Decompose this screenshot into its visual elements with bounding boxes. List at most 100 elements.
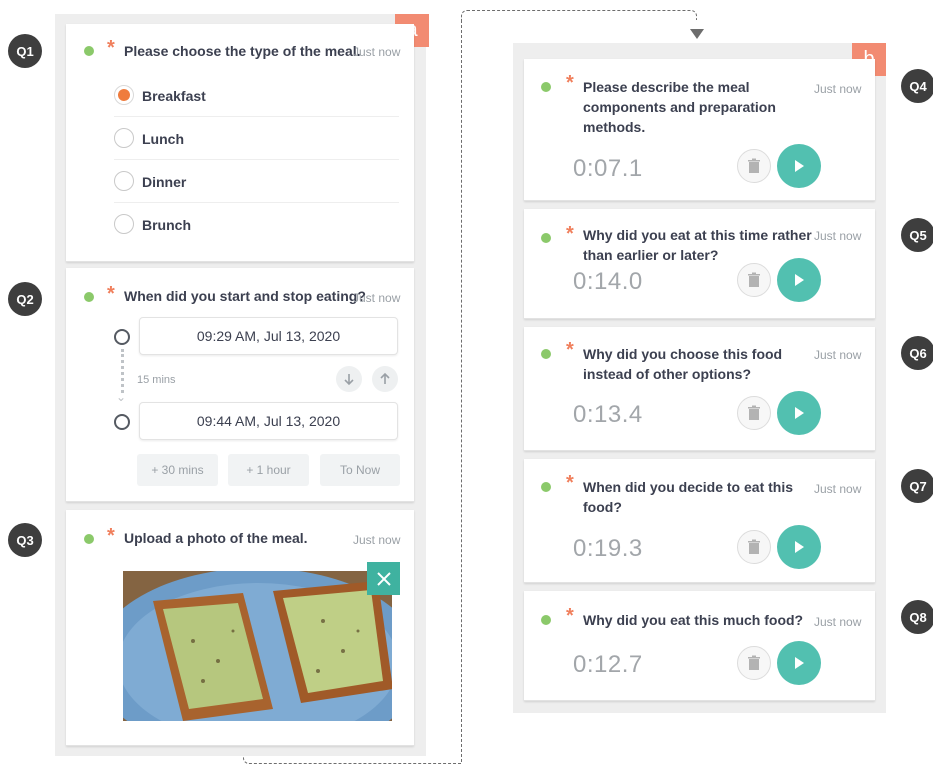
q4-question-line2: components and preparation <box>583 99 776 115</box>
required-asterisk: * <box>107 525 115 547</box>
q3-question: Upload a photo of the meal. <box>124 530 308 546</box>
delete-recording-button[interactable] <box>737 263 771 297</box>
arrow-up-icon <box>380 372 390 384</box>
required-asterisk: * <box>566 72 574 94</box>
play-icon <box>795 657 804 669</box>
q8-timestamp: Just now <box>814 615 862 629</box>
q7-question-line2: food? <box>583 499 622 515</box>
add-30-mins-button[interactable]: + 30 mins <box>137 454 218 486</box>
q6-question-line1: Why did you choose this food <box>583 346 783 362</box>
required-asterisk: * <box>107 37 115 59</box>
play-icon <box>795 274 804 286</box>
q4-timestamp: Just now <box>814 82 862 96</box>
q8-card <box>524 591 875 701</box>
divider <box>114 202 399 203</box>
status-dot <box>84 292 94 302</box>
q6-question-line2: instead of other options? <box>583 366 751 382</box>
arrow-down-icon <box>344 374 354 386</box>
q5-timestamp: Just now <box>814 229 862 243</box>
radio-breakfast[interactable] <box>114 85 134 105</box>
divider <box>114 159 399 160</box>
q3-timestamp: Just now <box>353 533 401 547</box>
duration-label: 15 mins <box>137 374 176 386</box>
status-dot <box>84 46 94 56</box>
status-dot <box>541 349 551 359</box>
play-recording-button[interactable] <box>777 144 821 188</box>
option-label[interactable]: Breakfast <box>142 87 206 105</box>
q4-badge: Q4 <box>901 69 933 103</box>
q1-timestamp: Just now <box>353 45 401 59</box>
q1-question: Please choose the type of the meal. <box>124 43 361 59</box>
status-dot <box>541 82 551 92</box>
play-recording-button[interactable] <box>777 391 821 435</box>
status-dot <box>541 233 551 243</box>
q5-question-line2: than earlier or later? <box>583 247 719 263</box>
q7-timestamp: Just now <box>814 482 862 496</box>
start-time-field[interactable]: 09:29 AM, Jul 13, 2020 <box>139 317 398 355</box>
flow-arrow-icon <box>690 29 704 39</box>
status-dot <box>84 534 94 544</box>
required-asterisk: * <box>566 605 574 627</box>
to-now-button[interactable]: To Now <box>320 454 400 486</box>
play-recording-button[interactable] <box>777 525 821 569</box>
trash-icon <box>748 158 760 173</box>
q5-timer: 0:14.0 <box>573 268 643 295</box>
status-dot <box>541 615 551 625</box>
q5-question-line1: Why did you eat at this time rather <box>583 227 812 243</box>
chevron-down-icon: ⌄ <box>116 390 127 404</box>
flow-connector-line <box>461 10 697 20</box>
required-asterisk: * <box>566 223 574 245</box>
delete-recording-button[interactable] <box>737 396 771 430</box>
q3-badge: Q3 <box>8 523 42 557</box>
q4-question-line1: Please describe the meal <box>583 79 750 95</box>
q8-badge: Q8 <box>901 600 933 634</box>
required-asterisk: * <box>107 283 115 305</box>
q6-badge: Q6 <box>901 336 933 370</box>
trash-icon <box>748 539 760 554</box>
q4-timer: 0:07.1 <box>573 155 643 182</box>
option-label[interactable]: Lunch <box>142 130 184 148</box>
required-asterisk: * <box>566 472 574 494</box>
arrow-down-button[interactable] <box>336 366 362 392</box>
q6-timestamp: Just now <box>814 348 862 362</box>
flow-connector-line-vertical <box>461 20 462 762</box>
radio-dinner[interactable] <box>114 171 134 191</box>
delete-recording-button[interactable] <box>737 530 771 564</box>
q2-timestamp: Just now <box>353 291 401 305</box>
remove-photo-button[interactable] <box>367 562 400 595</box>
q1-badge: Q1 <box>8 34 42 68</box>
option-label[interactable]: Brunch <box>142 216 191 234</box>
play-icon <box>795 160 804 172</box>
play-recording-button[interactable] <box>777 641 821 685</box>
play-icon <box>795 541 804 553</box>
delete-recording-button[interactable] <box>737 149 771 183</box>
add-1-hour-button[interactable]: + 1 hour <box>228 454 309 486</box>
end-time-field[interactable]: 09:44 AM, Jul 13, 2020 <box>139 402 398 440</box>
radio-lunch[interactable] <box>114 128 134 148</box>
q7-timer: 0:19.3 <box>573 535 643 562</box>
divider <box>114 116 399 117</box>
status-dot <box>541 482 551 492</box>
trash-icon <box>748 405 760 420</box>
q5-badge: Q5 <box>901 218 933 252</box>
play-recording-button[interactable] <box>777 258 821 302</box>
start-time-marker <box>114 329 130 345</box>
radio-brunch[interactable] <box>114 214 134 234</box>
play-icon <box>795 407 804 419</box>
duration-connector <box>121 349 124 393</box>
close-icon <box>376 571 391 586</box>
end-time-marker <box>114 414 130 430</box>
q4-question-line3: methods. <box>583 119 646 135</box>
trash-icon <box>748 272 760 287</box>
delete-recording-button[interactable] <box>737 646 771 680</box>
q6-timer: 0:13.4 <box>573 401 643 428</box>
q7-badge: Q7 <box>901 469 933 503</box>
meal-photo <box>121 569 394 723</box>
option-label[interactable]: Dinner <box>142 173 186 191</box>
arrow-up-button[interactable] <box>372 366 398 392</box>
q8-question-line1: Why did you eat this much food? <box>583 612 804 628</box>
required-asterisk: * <box>566 339 574 361</box>
trash-icon <box>748 655 760 670</box>
q7-question-line1: When did you decide to eat this <box>583 479 794 495</box>
q2-question: When did you start and stop eating? <box>124 288 366 304</box>
